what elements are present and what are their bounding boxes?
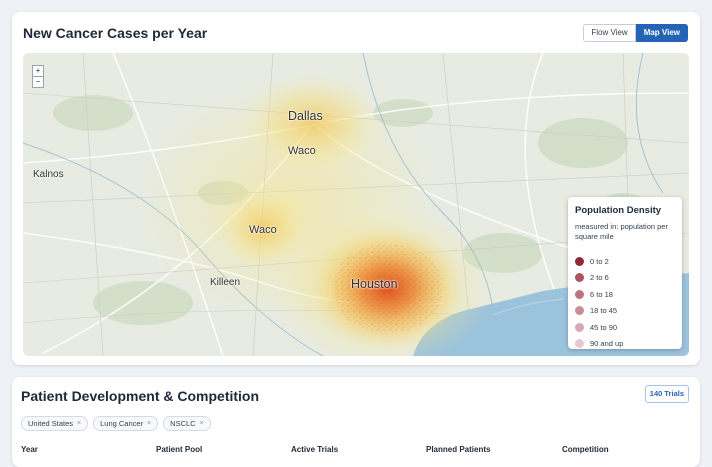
remove-filter-icon[interactable]: × [77,420,81,427]
column-header[interactable]: Patient Pool [156,445,202,454]
filter-chips: United States × Lung Cancer × NSCLC × [21,416,211,431]
legend-swatch [575,339,584,348]
heat-map[interactable]: + − Dallas Waco Kalnos Waco Killeen Hous… [23,53,689,356]
filter-chip[interactable]: NSCLC × [163,416,211,431]
filter-chip-label: NSCLC [170,419,196,428]
filter-chip-label: Lung Cancer [100,419,144,428]
legend-item: 18 to 45 [575,305,617,317]
legend-swatch [575,306,584,315]
filter-chip-label: United States [28,419,74,428]
city-label-waco-south: Waco [249,224,277,236]
legend-title: Population Density [575,205,662,216]
map-card: New Cancer Cases per Year Flow View Map … [12,12,700,365]
legend-item-label: 2 to 6 [590,273,609,282]
legend-item: 45 to 90 [575,321,617,333]
legend-item-label: 18 to 45 [590,306,618,315]
column-header[interactable]: Competition [562,445,609,454]
legend-subtitle: measured in: population per square mile [575,222,668,241]
zoom-out-button[interactable]: − [32,76,44,88]
city-label-waco-north: Waco [288,145,316,157]
legend-item-label: 0 to 2 [590,256,609,266]
remove-filter-icon[interactable]: × [147,420,151,427]
legend-swatch [575,289,584,299]
legend-item: 6 to 18 [575,288,613,300]
trials-count-button[interactable]: 140 Trials [644,385,689,403]
remove-filter-icon[interactable]: × [200,420,204,427]
legend-swatch [575,322,584,332]
city-label-dallas: Dallas [288,109,323,123]
patient-panel-title: Patient Development & Competition [21,388,260,404]
column-header[interactable]: Active Trials [291,445,338,454]
legend-swatch [575,256,584,266]
legend-item-label: 90 and up [590,339,624,348]
legend-item: 2 to 6 [575,272,609,284]
legend-item: 90 and up [575,338,623,350]
filter-chip[interactable]: United States × [21,416,89,431]
city-label-kalnos: Kalnos [33,169,64,180]
column-header[interactable]: Planned Patients [426,445,490,454]
map-view-button[interactable]: Map View [635,24,688,42]
legend-item-label: 45 to 90 [590,322,618,332]
population-density-legend: Population Density measured in: populati… [568,197,682,349]
filter-chip[interactable]: Lung Cancer × [93,416,159,431]
legend-item-label: 6 to 18 [590,289,613,299]
view-toggle: Flow View Map View [583,24,688,42]
legend-item: 0 to 2 [575,255,609,267]
flow-view-button[interactable]: Flow View [583,24,636,42]
patient-development-card: Patient Development & Competition 140 Tr… [12,377,700,467]
city-label-houston: Houston [351,277,398,291]
city-label-killeen: Killeen [210,277,241,288]
column-header[interactable]: Year [21,445,38,454]
map-panel-title: New Cancer Cases per Year [23,25,208,41]
legend-swatch [575,273,584,282]
